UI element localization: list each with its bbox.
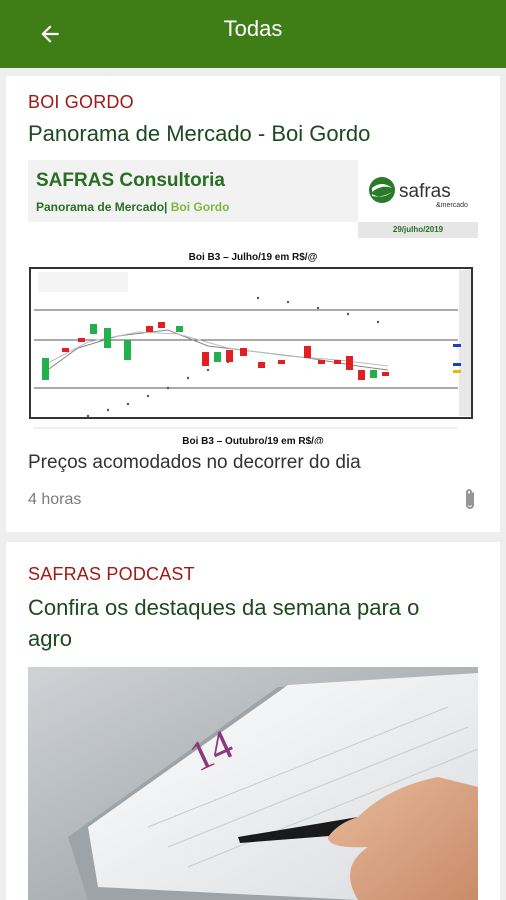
- candle: [104, 328, 111, 348]
- report-chart-title: Boi B3 – Julho/19 em R$/@: [188, 252, 318, 263]
- sar-dot: [316, 306, 320, 310]
- sar-dot: [106, 408, 110, 412]
- chart-price-scale: [459, 270, 471, 416]
- candle: [334, 360, 341, 364]
- sar-dot: [206, 368, 210, 372]
- candle: [304, 346, 311, 358]
- candle: [42, 358, 49, 380]
- candle: [258, 362, 265, 368]
- news-headline[interactable]: Panorama de Mercado - Boi Gordo: [28, 118, 468, 149]
- sar-dot: [346, 312, 350, 316]
- report-chart-caption: Boi B3 – Outubro/19 em R$/@: [182, 436, 324, 444]
- news-card[interactable]: SAFRAS PODCAST Confira os destaques da s…: [6, 542, 500, 900]
- report-brand-title: SAFRAS Consultoria: [36, 170, 225, 191]
- candle: [278, 360, 285, 364]
- news-card[interactable]: BOI GORDO Panorama de Mercado - Boi Gord…: [6, 76, 500, 532]
- sar-dot: [166, 386, 170, 390]
- news-headline[interactable]: Confira os destaques da semana para o ag…: [28, 592, 468, 654]
- sar-dot: [186, 376, 190, 380]
- report-brand-sub-b: Boi Gordo: [167, 200, 230, 214]
- candle: [240, 348, 247, 356]
- news-category: BOI GORDO: [28, 92, 134, 112]
- news-time: 4 horas: [28, 491, 82, 508]
- sar-dot: [226, 360, 230, 364]
- chart-legend: [38, 272, 128, 292]
- candle: [202, 352, 209, 366]
- paperclip-icon[interactable]: [460, 487, 480, 513]
- page-title: Todas: [223, 16, 283, 41]
- sar-dot: [126, 402, 130, 406]
- sar-dot: [146, 394, 150, 398]
- app-bar: Todas: [0, 0, 506, 68]
- candle: [176, 326, 183, 332]
- candle: [382, 372, 389, 376]
- chart-marker: [453, 363, 461, 366]
- report-brand-sub-a: Panorama de Mercado: [36, 200, 165, 214]
- report-brand-subtitle: Panorama de Mercado| Boi Gordo: [36, 200, 229, 214]
- news-thumbnail[interactable]: SAFRAS Consultoria Panorama de Mercado| …: [28, 160, 478, 444]
- logo-subtext: &mercado: [436, 202, 468, 209]
- chart-marker: [453, 344, 461, 347]
- candle: [358, 370, 365, 380]
- report-date: 29/julho/2019: [358, 222, 478, 238]
- candle: [318, 360, 325, 364]
- sar-dot: [376, 320, 380, 324]
- candle: [214, 352, 221, 362]
- candle: [90, 324, 97, 334]
- news-category: SAFRAS PODCAST: [28, 564, 195, 584]
- sar-dot: [86, 414, 90, 418]
- safras-logo: safras &mercado: [369, 177, 468, 209]
- sar-dot: [286, 300, 290, 304]
- report-brand-block: SAFRAS Consultoria Panorama de Mercado| …: [28, 160, 358, 222]
- sar-dot: [256, 296, 260, 300]
- candle: [158, 322, 165, 328]
- candlestick-chart: [29, 267, 473, 429]
- report-banner: SAFRAS Consultoria Panorama de Mercado| …: [28, 160, 478, 240]
- candle: [62, 348, 69, 352]
- logo-text: safras: [399, 181, 451, 202]
- candle: [346, 356, 353, 370]
- candle: [226, 350, 233, 362]
- candle: [370, 370, 377, 378]
- news-subtitle: Preços acomodados no decorrer do dia: [28, 452, 361, 473]
- chart-marker: [453, 370, 461, 373]
- candle: [78, 338, 85, 342]
- candle: [146, 326, 153, 332]
- news-photo[interactable]: 14: [28, 667, 478, 900]
- candle: [124, 340, 131, 360]
